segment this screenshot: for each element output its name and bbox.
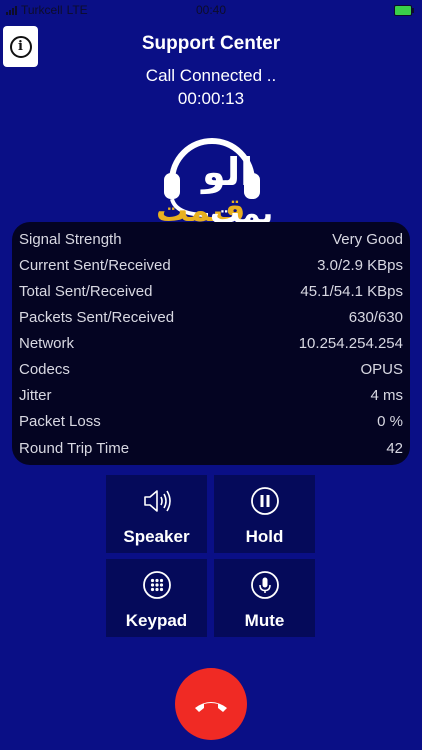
stat-row-jitter: Jitter 4 ms: [19, 387, 403, 404]
stat-row-packets-sent-received: Packets Sent/Received 630/630: [19, 309, 403, 326]
stat-value: OPUS: [360, 361, 403, 378]
hang-up-icon: [195, 702, 227, 712]
microphone-icon: [249, 569, 281, 601]
stat-row-network: Network 10.254.254.254: [19, 335, 403, 352]
keypad-icon: [141, 569, 173, 601]
stat-row-signal-strength: Signal Strength Very Good: [19, 231, 403, 248]
stat-value: 10.254.254.254: [298, 335, 403, 352]
stat-label: Packets Sent/Received: [19, 309, 175, 326]
stat-label: Jitter: [19, 387, 52, 404]
svg-text:الو: الو: [200, 150, 253, 194]
stat-row-packet-loss: Packet Loss 0 %: [19, 413, 403, 430]
mute-label: Mute: [244, 611, 285, 630]
keypad-label: Keypad: [125, 611, 188, 630]
brand-logo: الو قيمت يمت: [156, 138, 273, 229]
call-stats-panel: Signal Strength Very Good Current Sent/Re…: [12, 222, 410, 465]
stat-row-current-sent-received: Current Sent/Received 3.0/2.9 KBps: [19, 257, 403, 274]
stat-label: Signal Strength: [19, 231, 122, 248]
stat-label: Total Sent/Received: [19, 283, 153, 300]
stat-value: 42: [386, 440, 403, 457]
stat-label: Round Trip Time: [19, 440, 130, 457]
stat-value: 4 ms: [370, 387, 403, 404]
call-status: Call Connected ..: [145, 66, 277, 85]
stat-label: Codecs: [19, 361, 70, 378]
hold-label: Hold: [245, 527, 284, 546]
battery-icon: [394, 5, 414, 16]
stat-value: 3.0/2.9 KBps: [317, 257, 403, 274]
stat-row-total-sent-received: Total Sent/Received 45.1/54.1 KBps: [19, 283, 403, 300]
stat-value: 0 %: [377, 413, 403, 430]
call-timer: 00:00:13: [177, 89, 245, 108]
stat-row-codecs: Codecs OPUS: [19, 361, 403, 378]
pause-icon: [249, 485, 281, 517]
status-bar: Turkcell LTE 00:40: [0, 0, 422, 22]
stat-value: Very Good: [332, 231, 403, 248]
stat-value: 45.1/54.1 KBps: [300, 283, 403, 300]
speaker-label: Speaker: [123, 527, 190, 546]
stat-value: 630/630: [348, 309, 403, 326]
status-time: 00:40: [195, 3, 227, 17]
speaker-button[interactable]: Speaker: [106, 475, 207, 553]
stat-row-round-trip-time: Round Trip Time 42: [19, 440, 403, 457]
stat-label: Network: [19, 335, 75, 352]
hold-button[interactable]: Hold: [214, 475, 315, 553]
keypad-button[interactable]: Keypad: [106, 559, 207, 637]
mute-button[interactable]: Mute: [214, 559, 315, 637]
end-call-button[interactable]: [175, 668, 247, 740]
stat-label: Packet Loss: [19, 413, 101, 430]
page-title: Support Center: [141, 33, 281, 54]
stat-label: Current Sent/Received: [19, 257, 171, 274]
speaker-icon: [141, 485, 173, 517]
